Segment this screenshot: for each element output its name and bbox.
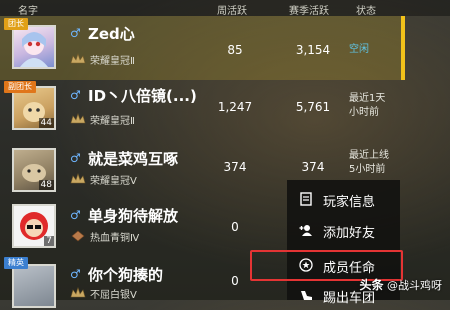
watermark-prefix: 头条 [359, 278, 384, 292]
rank-label: 热血青铜Ⅳ [90, 233, 140, 244]
menu-item-player-info[interactable]: 玩家信息 [287, 184, 400, 214]
member-name: 单身狗待解放 [88, 207, 179, 225]
status-value: 最近1天小时前 [349, 93, 386, 118]
avatar [12, 25, 56, 69]
member-name: Zed心 [88, 25, 135, 43]
gender-male-icon: ♂ [70, 208, 81, 222]
diamond-rank-icon [71, 230, 85, 242]
season-activity-value: 374 [301, 160, 325, 174]
gender-male-icon: ♂ [70, 151, 81, 165]
week-activity-value: 374 [223, 160, 247, 174]
menu-item-label: 添加好友 [323, 226, 376, 241]
avatar: 48 [12, 148, 56, 192]
season-activity-value: 5,761 [295, 100, 331, 114]
menu-item-add-friend[interactable]: 添加好友 [287, 215, 400, 245]
gender-male-icon: ♂ [70, 88, 81, 102]
member-name: ID丶八倍镜(...) [88, 87, 197, 105]
level-badge: 44 [38, 118, 54, 128]
gender-male-icon: ♂ [70, 267, 81, 281]
member-list-header: 名字 周活跃 赛季活跃 状态 [0, 0, 450, 17]
season-activity-value: 3,154 [295, 43, 331, 57]
watermark-author: @战斗鸡呀 [387, 279, 442, 292]
gender-male-icon: ♂ [70, 26, 81, 40]
avatar: 7 [12, 204, 56, 248]
rank-label: 荣耀皇冠Ⅱ [90, 56, 135, 67]
role-badge: 精英 [4, 257, 28, 269]
crown-rank-icon [70, 287, 86, 298]
status-value: 最近上线5小时前 [349, 150, 389, 175]
member-row[interactable]: 团长 ♂ Zed心 荣耀皇冠Ⅱ 85 3,154 空闲 [0, 16, 405, 80]
week-activity-value: 85 [227, 43, 243, 57]
header-status: 状态 [356, 6, 376, 17]
week-activity-value: 1,247 [217, 100, 253, 114]
watermark: 头条 @战斗鸡呀 [359, 276, 442, 293]
player-info-icon [299, 192, 313, 206]
header-season-activity: 赛季活跃 [289, 6, 329, 17]
level-badge: 48 [38, 180, 54, 190]
crown-rank-icon [70, 113, 86, 124]
add-friend-icon [299, 223, 313, 237]
header-week-activity: 周活跃 [217, 6, 247, 17]
member-row[interactable]: 44 副团长 ♂ ID丶八倍镜(...) 荣耀皇冠Ⅱ 1,247 5,761 最… [0, 80, 405, 144]
member-name: 就是菜鸡互啄 [88, 150, 179, 168]
week-activity-value: 0 [231, 220, 239, 234]
selection-indicator [401, 16, 405, 80]
level-badge: 7 [44, 236, 54, 246]
crown-rank-icon [70, 53, 86, 64]
status-value: 空闲 [349, 44, 369, 55]
menu-item-label: 玩家信息 [323, 195, 376, 210]
avatar [12, 264, 56, 308]
member-name: 你个狗揍的 [88, 266, 164, 284]
rank-label: 不屈白银Ⅴ [90, 290, 137, 301]
rank-label: 荣耀皇冠Ⅱ [90, 116, 135, 127]
rank-label: 荣耀皇冠Ⅴ [90, 176, 137, 187]
role-badge: 团长 [4, 18, 28, 30]
header-name: 名字 [18, 6, 38, 17]
crown-rank-icon [70, 173, 86, 184]
role-badge: 副团长 [4, 81, 36, 93]
